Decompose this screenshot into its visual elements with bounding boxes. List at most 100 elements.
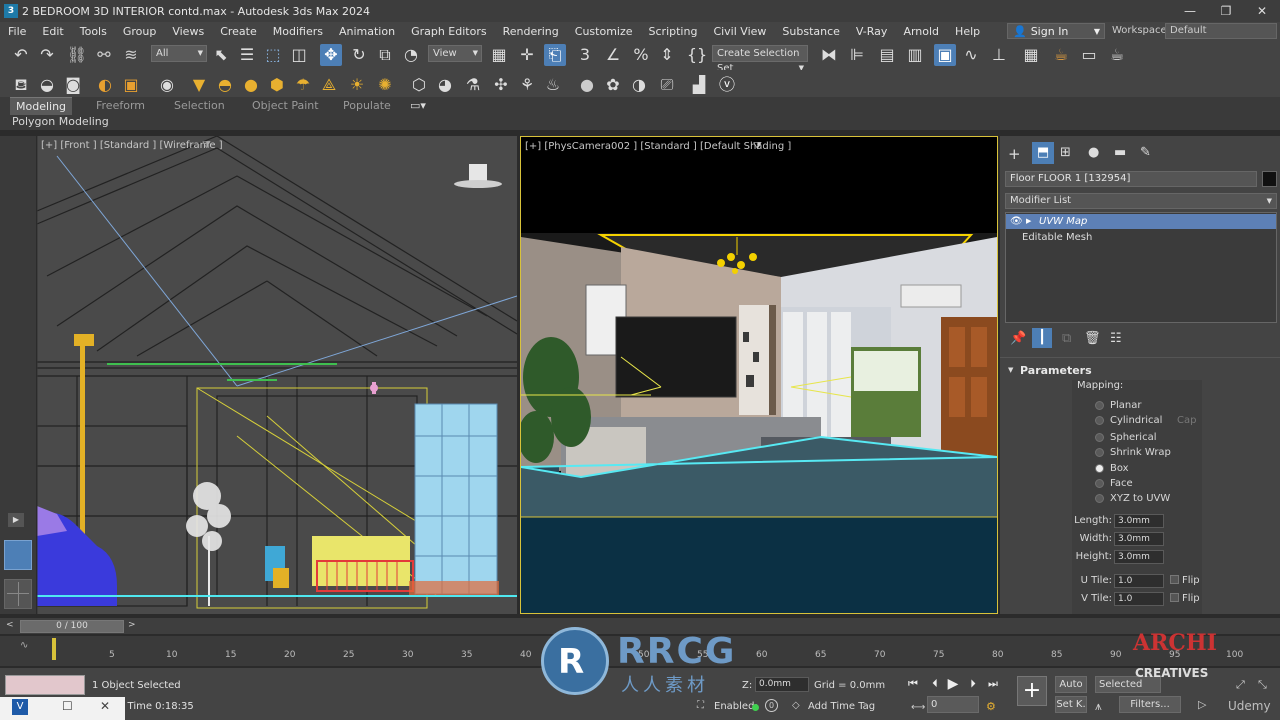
cap-checkbox-label[interactable]: Cap bbox=[1177, 415, 1196, 426]
menu-scripting[interactable]: Scripting bbox=[641, 25, 706, 38]
mirror-icon[interactable]: ⧓ bbox=[818, 44, 840, 66]
mesh-light-icon[interactable]: ⬢ bbox=[266, 74, 288, 96]
edit-named-selection-icon[interactable]: {} bbox=[686, 44, 708, 66]
modifier-list-dropdown[interactable]: Modifier List ▼ bbox=[1005, 193, 1277, 209]
plane-icon[interactable]: ✣ bbox=[490, 74, 512, 96]
sphere-light-icon[interactable]: ● bbox=[240, 74, 262, 96]
minimize-button[interactable]: — bbox=[1172, 0, 1208, 22]
remove-modifier-icon[interactable]: 🗑 bbox=[1084, 331, 1101, 346]
rendered-frame-window-icon[interactable]: ▭ bbox=[1078, 44, 1100, 66]
modify-tab-icon[interactable]: ⬒ bbox=[1032, 142, 1054, 164]
front-viewport-label[interactable]: [+] [Front ] [Standard ] [Wireframe ] bbox=[41, 140, 223, 151]
menu-help[interactable]: Help bbox=[947, 25, 988, 38]
maximize-button[interactable]: ❐ bbox=[1208, 0, 1244, 22]
add-time-tag-button[interactable]: Add Time Tag bbox=[808, 701, 875, 712]
time-configuration-icon[interactable]: ⚙ bbox=[986, 700, 996, 713]
select-scale-icon[interactable]: ⧉ bbox=[374, 44, 396, 66]
dome-light-icon[interactable]: ◓ bbox=[214, 74, 236, 96]
mapping-spherical-radio[interactable]: Spherical bbox=[1095, 430, 1156, 444]
grass-icon[interactable]: ⚘ bbox=[516, 74, 538, 96]
spinner-snap-icon[interactable]: ⇕ bbox=[656, 44, 678, 66]
create-tab-icon[interactable]: + bbox=[1008, 145, 1021, 163]
maximize-window-icon[interactable]: ☐ bbox=[62, 699, 73, 713]
key-filter-icon[interactable]: ⛶ bbox=[697, 700, 704, 711]
menu-modifiers[interactable]: Modifiers bbox=[265, 25, 331, 38]
hierarchy-tab-icon[interactable]: ⊞ bbox=[1060, 145, 1071, 160]
parameters-rollout-title[interactable]: Parameters bbox=[1020, 364, 1092, 377]
unlink-icon[interactable]: ⚯ bbox=[93, 44, 115, 66]
set-key-icon[interactable]: + bbox=[1017, 676, 1047, 706]
spot-light-icon[interactable]: ☂ bbox=[292, 74, 314, 96]
ribbon-tab-selection[interactable]: Selection bbox=[174, 97, 225, 115]
sun-icon[interactable]: ☀ bbox=[346, 74, 368, 96]
stack-item-editable-mesh[interactable]: Editable Mesh bbox=[1006, 230, 1276, 245]
menu-file[interactable]: File bbox=[0, 25, 34, 38]
render-setup-icon[interactable]: ☕ bbox=[1050, 44, 1072, 66]
time-config-icon[interactable]: 0 bbox=[765, 699, 778, 712]
menu-graph-editors[interactable]: Graph Editors bbox=[403, 25, 495, 38]
scene-explorer-icon[interactable]: ▥ bbox=[904, 44, 926, 66]
menu-customize[interactable]: Customize bbox=[567, 25, 641, 38]
align-icon[interactable]: ⊫ bbox=[846, 44, 868, 66]
mapping-planar-radio[interactable]: Planar bbox=[1095, 398, 1142, 412]
workspaces-select[interactable]: Default bbox=[1165, 23, 1277, 39]
previous-frame-icon[interactable]: ⏴ bbox=[927, 676, 943, 692]
stack-item-uvw-map[interactable]: 👁 ▶ UVW Map bbox=[1006, 214, 1276, 229]
link-icon[interactable]: ⛓ bbox=[66, 44, 88, 66]
vray-light-icon[interactable]: ◐ bbox=[94, 74, 116, 96]
window-crossing-icon[interactable]: ◫ bbox=[288, 44, 310, 66]
key-mode-icon[interactable]: ⟷ bbox=[911, 702, 925, 713]
current-frame-input[interactable]: 0 bbox=[927, 696, 979, 713]
go-to-start-icon[interactable]: ⏮ bbox=[905, 676, 921, 692]
enabled-indicator-icon[interactable] bbox=[752, 704, 759, 711]
omni-light-icon[interactable]: ⟁ bbox=[318, 74, 340, 96]
app-icon[interactable]: 3 bbox=[4, 4, 18, 18]
mapping-cylindrical-radio[interactable]: Cylindrical bbox=[1095, 413, 1162, 427]
select-move-icon[interactable]: ✥ bbox=[320, 44, 342, 66]
mapping-shrink-wrap-radio[interactable]: Shrink Wrap bbox=[1095, 445, 1171, 459]
expand-arrow-icon[interactable]: ▶ bbox=[1026, 214, 1031, 229]
reference-coord-dropdown[interactable]: View ▼ bbox=[428, 45, 482, 62]
go-to-end-icon[interactable]: ⏭ bbox=[985, 676, 1001, 692]
selection-filter-dropdown[interactable]: All ▼ bbox=[151, 45, 207, 62]
menu-substance[interactable]: Substance bbox=[774, 25, 848, 38]
material-browser-icon[interactable]: ◑ bbox=[628, 74, 650, 96]
material-editor-icon[interactable]: ▦ bbox=[1020, 44, 1042, 66]
curve-editor-mini-icon[interactable]: ∿ bbox=[20, 640, 28, 651]
maxscript-listener[interactable] bbox=[5, 675, 85, 695]
menu-views[interactable]: Views bbox=[164, 25, 212, 38]
field-of-view-icon[interactable]: ⤡ bbox=[1258, 678, 1267, 692]
mapping-face-radio[interactable]: Face bbox=[1095, 476, 1133, 490]
mapping-box-radio[interactable]: Box bbox=[1095, 461, 1129, 475]
create-selection-set-dropdown[interactable]: Create Selection Set ▼ bbox=[712, 45, 808, 74]
u-flip-checkbox[interactable] bbox=[1170, 575, 1179, 584]
filter-icon[interactable]: ⧩ bbox=[753, 141, 762, 152]
menu-create[interactable]: Create bbox=[212, 25, 265, 38]
mapping-xyz-to-uvw-radio[interactable]: XYZ to UVW bbox=[1095, 491, 1170, 505]
teapot-icon[interactable]: ⛾ bbox=[10, 74, 32, 96]
configure-modifier-sets-icon[interactable]: ☷ bbox=[1110, 331, 1122, 346]
select-by-name-icon[interactable]: ☰ bbox=[236, 44, 258, 66]
tag-icon[interactable]: ◇ bbox=[792, 700, 800, 711]
menu-animation[interactable]: Animation bbox=[331, 25, 403, 38]
viewport-front[interactable]: [+] [Front ] [Standard ] [Wireframe ] ⧩ bbox=[37, 136, 517, 614]
close-window-icon[interactable]: ✕ bbox=[100, 699, 110, 713]
prev-frame-icon[interactable]: < bbox=[6, 620, 14, 630]
pin-stack-icon[interactable]: 📌 bbox=[1010, 331, 1026, 346]
select-manipulate-icon[interactable]: ✛ bbox=[516, 44, 538, 66]
vray-logo-icon[interactable]: ⓥ bbox=[716, 74, 738, 96]
schematic-view-icon[interactable]: ⊥ bbox=[988, 44, 1010, 66]
layer-explorer-icon[interactable]: ▤ bbox=[876, 44, 898, 66]
ribbon-toggle-icon[interactable]: ▣ bbox=[934, 44, 956, 66]
expand-arrow-icon[interactable]: ▶ bbox=[8, 513, 24, 527]
show-end-result-icon[interactable]: ┃ bbox=[1032, 328, 1052, 348]
menu-tools[interactable]: Tools bbox=[72, 25, 115, 38]
display-tab-icon[interactable]: ▬ bbox=[1114, 145, 1126, 160]
ies-light-icon[interactable]: ▼ bbox=[188, 74, 210, 96]
ribbon-options-icon[interactable]: ▭▾ bbox=[410, 97, 426, 115]
vray-sphere-object-icon[interactable]: ◕ bbox=[434, 74, 456, 96]
menu-arnold[interactable]: Arnold bbox=[895, 25, 947, 38]
filter-icon[interactable]: ⧩ bbox=[202, 140, 211, 151]
camera-viewport-label[interactable]: [+] [PhysCamera002 ] [Standard ] [Defaul… bbox=[525, 141, 791, 152]
menu-edit[interactable]: Edit bbox=[34, 25, 71, 38]
